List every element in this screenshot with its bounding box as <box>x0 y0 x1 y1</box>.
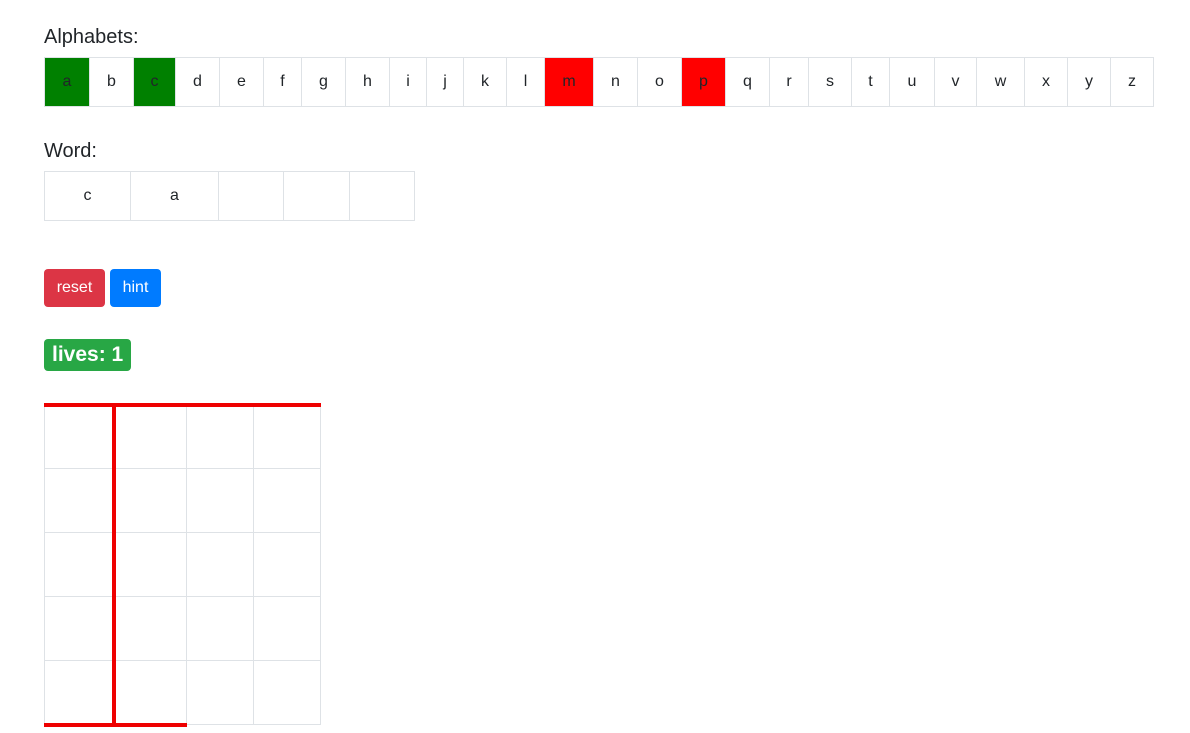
word-slot <box>219 172 284 220</box>
letter-n[interactable]: n <box>594 58 638 106</box>
alphabet-strip: abcdefghijklmnopqrstuvwxyz <box>44 57 1154 107</box>
letter-e[interactable]: e <box>220 58 264 106</box>
letter-a[interactable]: a <box>45 58 90 106</box>
letter-r[interactable]: r <box>770 58 809 106</box>
gallows-grid <box>44 405 321 725</box>
word-label: Word: <box>44 140 97 162</box>
letter-y[interactable]: y <box>1068 58 1111 106</box>
letter-i[interactable]: i <box>390 58 427 106</box>
letter-t[interactable]: t <box>852 58 890 106</box>
hangman-drawing <box>44 403 321 727</box>
letter-u[interactable]: u <box>890 58 935 106</box>
word-slots: ca <box>44 171 415 221</box>
letter-h[interactable]: h <box>346 58 390 106</box>
letter-c[interactable]: c <box>134 58 176 106</box>
letter-w[interactable]: w <box>977 58 1025 106</box>
gallows-frame <box>44 403 321 727</box>
letter-d[interactable]: d <box>176 58 220 106</box>
letter-q[interactable]: q <box>726 58 770 106</box>
word-slot: a <box>131 172 219 220</box>
letter-g[interactable]: g <box>302 58 346 106</box>
letter-o[interactable]: o <box>638 58 682 106</box>
word-slot: c <box>45 172 131 220</box>
hint-button[interactable]: hint <box>110 269 161 307</box>
letter-x[interactable]: x <box>1025 58 1068 106</box>
letter-p[interactable]: p <box>682 58 726 106</box>
letter-z[interactable]: z <box>1111 58 1154 106</box>
letter-j[interactable]: j <box>427 58 464 106</box>
letter-b[interactable]: b <box>90 58 134 106</box>
letter-v[interactable]: v <box>935 58 977 106</box>
letter-s[interactable]: s <box>809 58 852 106</box>
alphabets-label: Alphabets: <box>44 26 139 48</box>
letter-f[interactable]: f <box>264 58 302 106</box>
letter-l[interactable]: l <box>507 58 545 106</box>
word-slot <box>284 172 350 220</box>
reset-button[interactable]: reset <box>44 269 105 307</box>
lives-badge: lives: 1 <box>44 339 132 371</box>
letter-k[interactable]: k <box>464 58 507 106</box>
word-slot <box>350 172 415 220</box>
letter-m[interactable]: m <box>545 58 594 106</box>
hangman-page: Alphabets: abcdefghijklmnopqrstuvwxyz Wo… <box>0 0 1190 733</box>
